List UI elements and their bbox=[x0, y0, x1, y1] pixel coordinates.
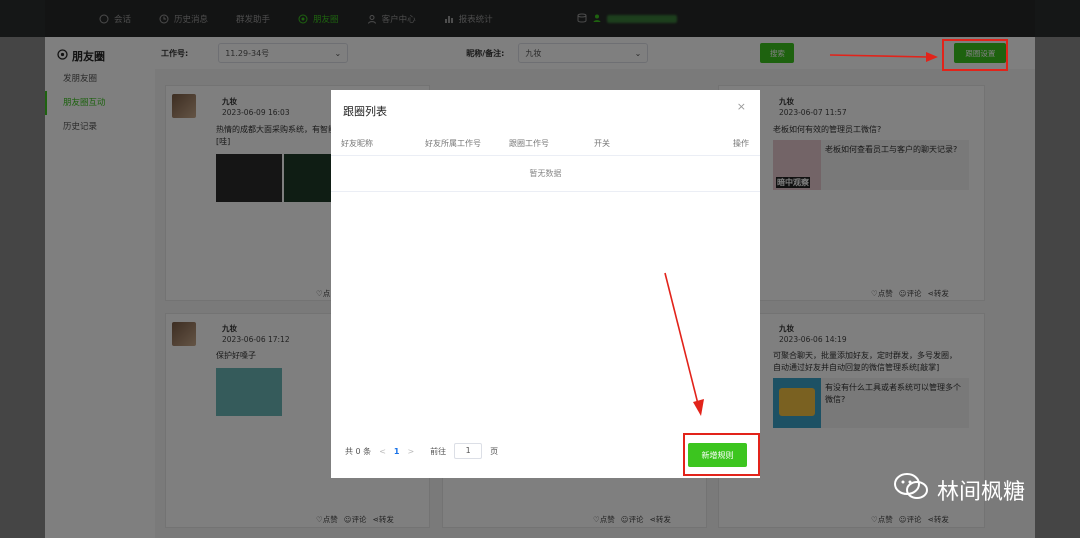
column-header: 好友所属工作号 bbox=[425, 139, 481, 148]
table-header: 好友昵称 好友所属工作号 跟圈工作号 开关 操作 bbox=[331, 132, 760, 156]
column-header: 开关 bbox=[594, 139, 610, 148]
wechat-icon bbox=[893, 472, 929, 508]
pagination: 共 0 条 < 1 > 前往 1 页 bbox=[345, 443, 498, 459]
next-page-button[interactable]: > bbox=[407, 447, 414, 456]
close-icon[interactable]: × bbox=[737, 100, 746, 113]
watermark: 林间枫糖 bbox=[893, 472, 1025, 508]
dialog-title: 跟圈列表 bbox=[343, 105, 387, 118]
empty-state: 暂无数据 bbox=[331, 156, 760, 192]
annotation-arrow bbox=[829, 52, 938, 62]
annotation-arrow bbox=[664, 272, 704, 416]
annotation-highlight-box bbox=[683, 433, 760, 476]
annotation-highlight-box bbox=[942, 39, 1008, 71]
prev-page-button[interactable]: < bbox=[379, 447, 386, 456]
watermark-text: 林间枫糖 bbox=[937, 480, 1026, 505]
goto-label: 前往 bbox=[430, 446, 447, 456]
column-header: 好友昵称 bbox=[341, 139, 373, 148]
column-header: 跟圈工作号 bbox=[509, 139, 549, 148]
column-header: 操作 bbox=[733, 139, 749, 148]
total-count: 共 0 条 bbox=[345, 446, 372, 456]
goto-page-input[interactable]: 1 bbox=[454, 443, 483, 459]
page-number[interactable]: 1 bbox=[394, 447, 400, 456]
page-unit-label: 页 bbox=[490, 446, 499, 456]
